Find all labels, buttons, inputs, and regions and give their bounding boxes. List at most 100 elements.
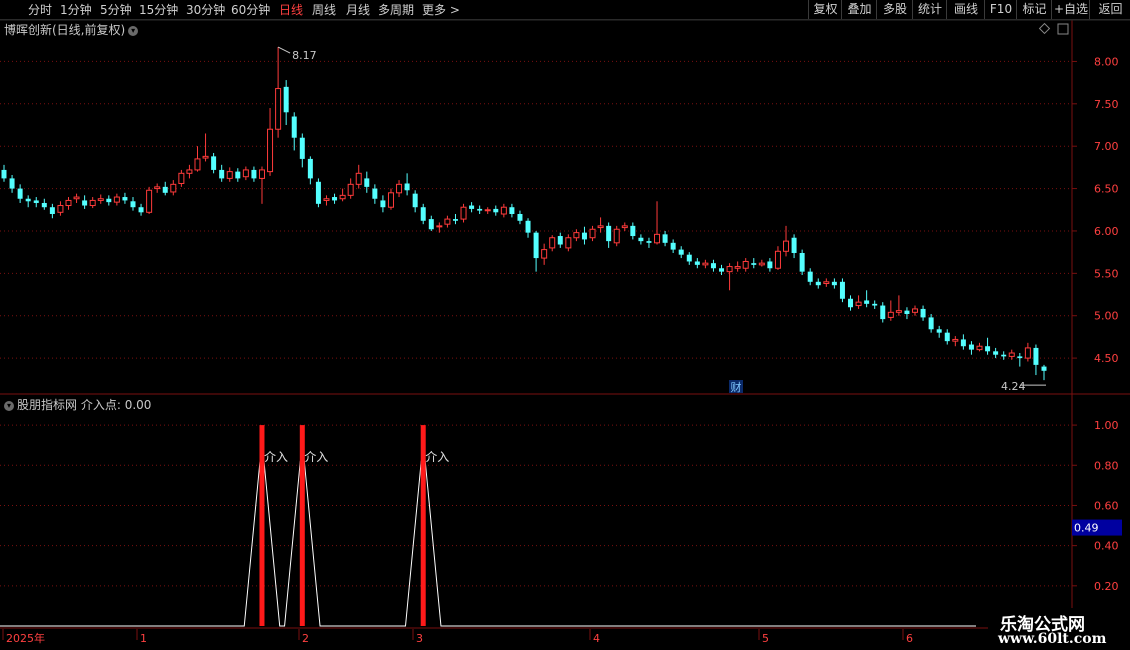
candle-up	[323, 198, 330, 201]
indicator-tick-label: 0.20	[1094, 580, 1119, 593]
candle-down	[993, 351, 999, 355]
candle-down	[315, 181, 321, 204]
candle-down	[509, 207, 515, 214]
time-axis-label: 5	[762, 632, 769, 645]
candle-down	[404, 183, 410, 191]
candle-up	[170, 183, 177, 193]
candle-down	[138, 207, 144, 213]
candle-down	[928, 317, 934, 330]
candle-down	[235, 171, 241, 179]
candle-up	[976, 345, 983, 351]
candle-down	[944, 332, 950, 342]
candle-down	[872, 303, 878, 306]
candle-down	[920, 308, 926, 318]
candle-up	[565, 237, 572, 249]
candle-up	[952, 338, 959, 342]
candle-down	[25, 198, 31, 202]
candle-up	[65, 199, 72, 207]
candle-down	[630, 225, 636, 237]
candle-down	[211, 156, 217, 170]
candle-down	[477, 208, 483, 211]
candle-down	[283, 86, 289, 113]
candle-down	[839, 281, 845, 299]
candle-down	[452, 219, 458, 221]
candle-down	[17, 188, 23, 199]
candle-down	[106, 198, 112, 203]
time-axis-label: 4	[593, 632, 600, 645]
candle-up	[226, 171, 233, 179]
watermark: 乐淘公式网 www.60lt.com	[988, 608, 1130, 650]
candle-up	[146, 189, 153, 213]
candle-up	[113, 196, 120, 203]
candle-down	[678, 249, 684, 255]
time-axis-label: 1	[140, 632, 147, 645]
candle-down	[49, 207, 55, 214]
time-axis-label: 2025年	[6, 631, 45, 645]
current-value-label: 0.49	[1074, 522, 1099, 535]
candle-down	[525, 220, 531, 233]
candle-down	[606, 225, 612, 242]
candle-up	[549, 237, 556, 249]
candle-down	[807, 271, 813, 282]
candle-up	[194, 158, 201, 171]
candle-up	[1024, 347, 1031, 359]
candle-down	[364, 178, 370, 187]
candle-up	[436, 225, 443, 228]
watermark-line2: www.60lt.com	[998, 631, 1107, 647]
candle-up	[89, 199, 96, 207]
candle-up	[242, 169, 249, 178]
candle-up	[275, 88, 282, 130]
candle-down	[469, 205, 475, 209]
panel-toggle-icon	[1057, 23, 1069, 35]
price-tick-label: 5.00	[1094, 310, 1119, 323]
candle-down	[960, 339, 966, 347]
candle-down	[670, 242, 676, 250]
candle-down	[968, 344, 974, 350]
candle-up	[387, 192, 394, 208]
candle-up	[774, 250, 781, 269]
signal-label: 介入	[425, 450, 449, 464]
candle-down	[9, 178, 15, 189]
candle-down	[493, 208, 499, 213]
price-chart[interactable]: 8.00 7.50 7.00 6.50 6.00 5.50 5.00 4.50 8.17 4.24…	[0, 0, 1130, 650]
candle-down	[646, 241, 652, 243]
indicator-line	[0, 460, 976, 627]
high-pointer	[277, 46, 291, 54]
time-axis-label: 6	[906, 632, 913, 645]
candle-down	[557, 236, 563, 245]
candle-up	[573, 232, 580, 239]
candle-down	[985, 346, 991, 352]
candle-up	[702, 262, 709, 266]
candle-up	[396, 183, 403, 194]
candle-down	[122, 197, 128, 201]
candle-up	[654, 233, 661, 244]
candle-down	[162, 186, 168, 193]
candle-down	[307, 158, 313, 179]
candle-down	[848, 298, 854, 308]
candle-down	[936, 329, 942, 333]
candle-down	[291, 116, 297, 138]
candle-down	[251, 169, 257, 179]
time-axis-label: 3	[416, 632, 423, 645]
candle-up	[267, 128, 274, 173]
candle-down	[219, 169, 225, 179]
candle-down	[299, 137, 305, 159]
candle-up	[734, 266, 741, 269]
candle-up	[912, 308, 919, 313]
candle-down	[694, 261, 700, 265]
candle-down	[751, 263, 757, 265]
candle-up	[178, 172, 185, 184]
candle-up	[855, 301, 862, 307]
candle-down	[1001, 354, 1007, 357]
candle-down	[1017, 356, 1023, 359]
candle-up	[541, 249, 548, 259]
candle-up	[186, 169, 193, 174]
candle-down	[428, 219, 434, 230]
candle-down	[831, 281, 837, 286]
candle-up	[783, 240, 790, 252]
candle-up	[97, 198, 104, 201]
candle-up	[758, 262, 765, 266]
candle-down	[710, 263, 716, 269]
candle-down	[1, 169, 7, 179]
candle-down	[41, 202, 47, 208]
